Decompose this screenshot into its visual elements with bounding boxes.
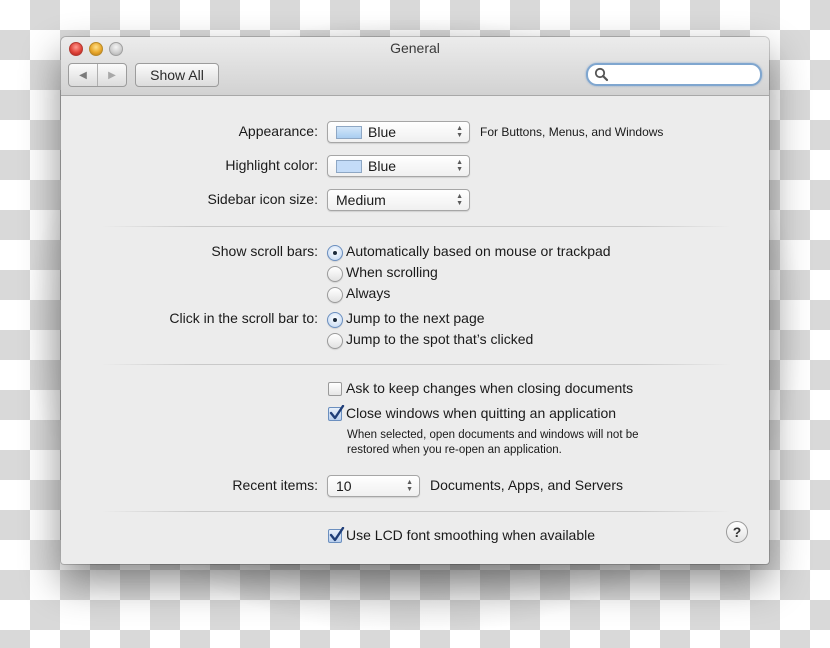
back-forward-control: ◀ ▶	[68, 63, 127, 87]
radio-dot	[333, 251, 337, 255]
appearance-note: For Buttons, Menus, and Windows	[480, 125, 664, 139]
highlight-color-label: Highlight color:	[225, 157, 318, 173]
forward-button[interactable]: ▶	[97, 64, 126, 86]
scroll-bars-always-radio[interactable]	[327, 287, 343, 303]
scroll-bars-when-scrolling-radio[interactable]	[327, 266, 343, 282]
separator	[101, 226, 731, 227]
updown-arrows-icon: ▲ ▼	[456, 125, 463, 139]
search-field[interactable]	[586, 63, 762, 86]
close-windows-note-line1: When selected, open documents and window…	[347, 429, 639, 441]
jump-to-spot-radio[interactable]	[327, 333, 343, 349]
lcd-smoothing-checkbox[interactable]	[328, 527, 345, 543]
separator	[101, 364, 731, 365]
jump-next-page-radio[interactable]	[327, 312, 343, 328]
show-all-button[interactable]: Show All	[135, 63, 219, 87]
recent-items-label: Recent items:	[232, 477, 318, 493]
search-icon	[594, 67, 609, 82]
recent-items-suffix: Documents, Apps, and Servers	[430, 477, 623, 493]
recent-items-value: 10	[336, 478, 352, 494]
forward-arrow-icon: ▶	[108, 69, 116, 81]
preferences-window: General ◀ ▶ Show All Appearance: Blue ▲ ▼…	[61, 37, 769, 564]
checkmark-icon	[329, 527, 345, 542]
general-preferences-pane: Appearance: Blue ▲ ▼ For Buttons, Menus, …	[61, 96, 769, 564]
click-scroll-bar-label: Click in the scroll bar to:	[169, 310, 318, 326]
back-button[interactable]: ◀	[69, 64, 97, 86]
close-windows-label[interactable]: Close windows when quitting an applicati…	[346, 405, 616, 421]
scroll-bars-always-label[interactable]: Always	[346, 285, 390, 301]
appearance-color-swatch	[336, 125, 362, 139]
appearance-label: Appearance:	[238, 123, 318, 139]
separator	[101, 511, 731, 512]
ask-keep-changes-checkbox[interactable]	[328, 382, 342, 396]
radio-dot	[333, 318, 337, 322]
highlight-color-value: Blue	[368, 158, 397, 174]
appearance-value: Blue	[368, 124, 397, 140]
jump-to-spot-label[interactable]: Jump to the spot that’s clicked	[346, 331, 533, 347]
updown-arrows-icon: ▲ ▼	[456, 193, 463, 207]
highlight-color-popup[interactable]: Blue ▲ ▼	[327, 155, 470, 177]
search-input[interactable]	[612, 66, 756, 84]
sidebar-icon-size-value: Medium	[336, 192, 386, 208]
jump-next-page-label[interactable]: Jump to the next page	[346, 310, 485, 326]
toolbar: General ◀ ▶ Show All	[61, 37, 769, 96]
scroll-bars-automatic-label[interactable]: Automatically based on mouse or trackpad	[346, 243, 611, 259]
appearance-popup[interactable]: Blue ▲ ▼	[327, 121, 470, 143]
close-windows-checkbox[interactable]	[328, 405, 345, 421]
lcd-smoothing-label[interactable]: Use LCD font smoothing when available	[346, 527, 595, 543]
scroll-bars-when-scrolling-label[interactable]: When scrolling	[346, 264, 438, 280]
updown-arrows-icon: ▲ ▼	[406, 479, 413, 493]
sidebar-icon-size-label: Sidebar icon size:	[207, 191, 318, 207]
ask-keep-changes-label[interactable]: Ask to keep changes when closing documen…	[346, 380, 633, 396]
recent-items-popup[interactable]: 10 ▲ ▼	[327, 475, 420, 497]
highlight-color-swatch	[336, 159, 362, 173]
close-windows-note-line2: restored when you re-open an application…	[347, 444, 562, 456]
updown-arrows-icon: ▲ ▼	[456, 159, 463, 173]
show-scroll-bars-label: Show scroll bars:	[211, 243, 318, 259]
sidebar-icon-size-popup[interactable]: Medium ▲ ▼	[327, 189, 470, 211]
checkmark-icon	[329, 405, 345, 420]
scroll-bars-automatic-radio[interactable]	[327, 245, 343, 261]
window-title: General	[390, 40, 440, 56]
help-button[interactable]: ?	[726, 521, 748, 543]
back-arrow-icon: ◀	[79, 69, 87, 81]
